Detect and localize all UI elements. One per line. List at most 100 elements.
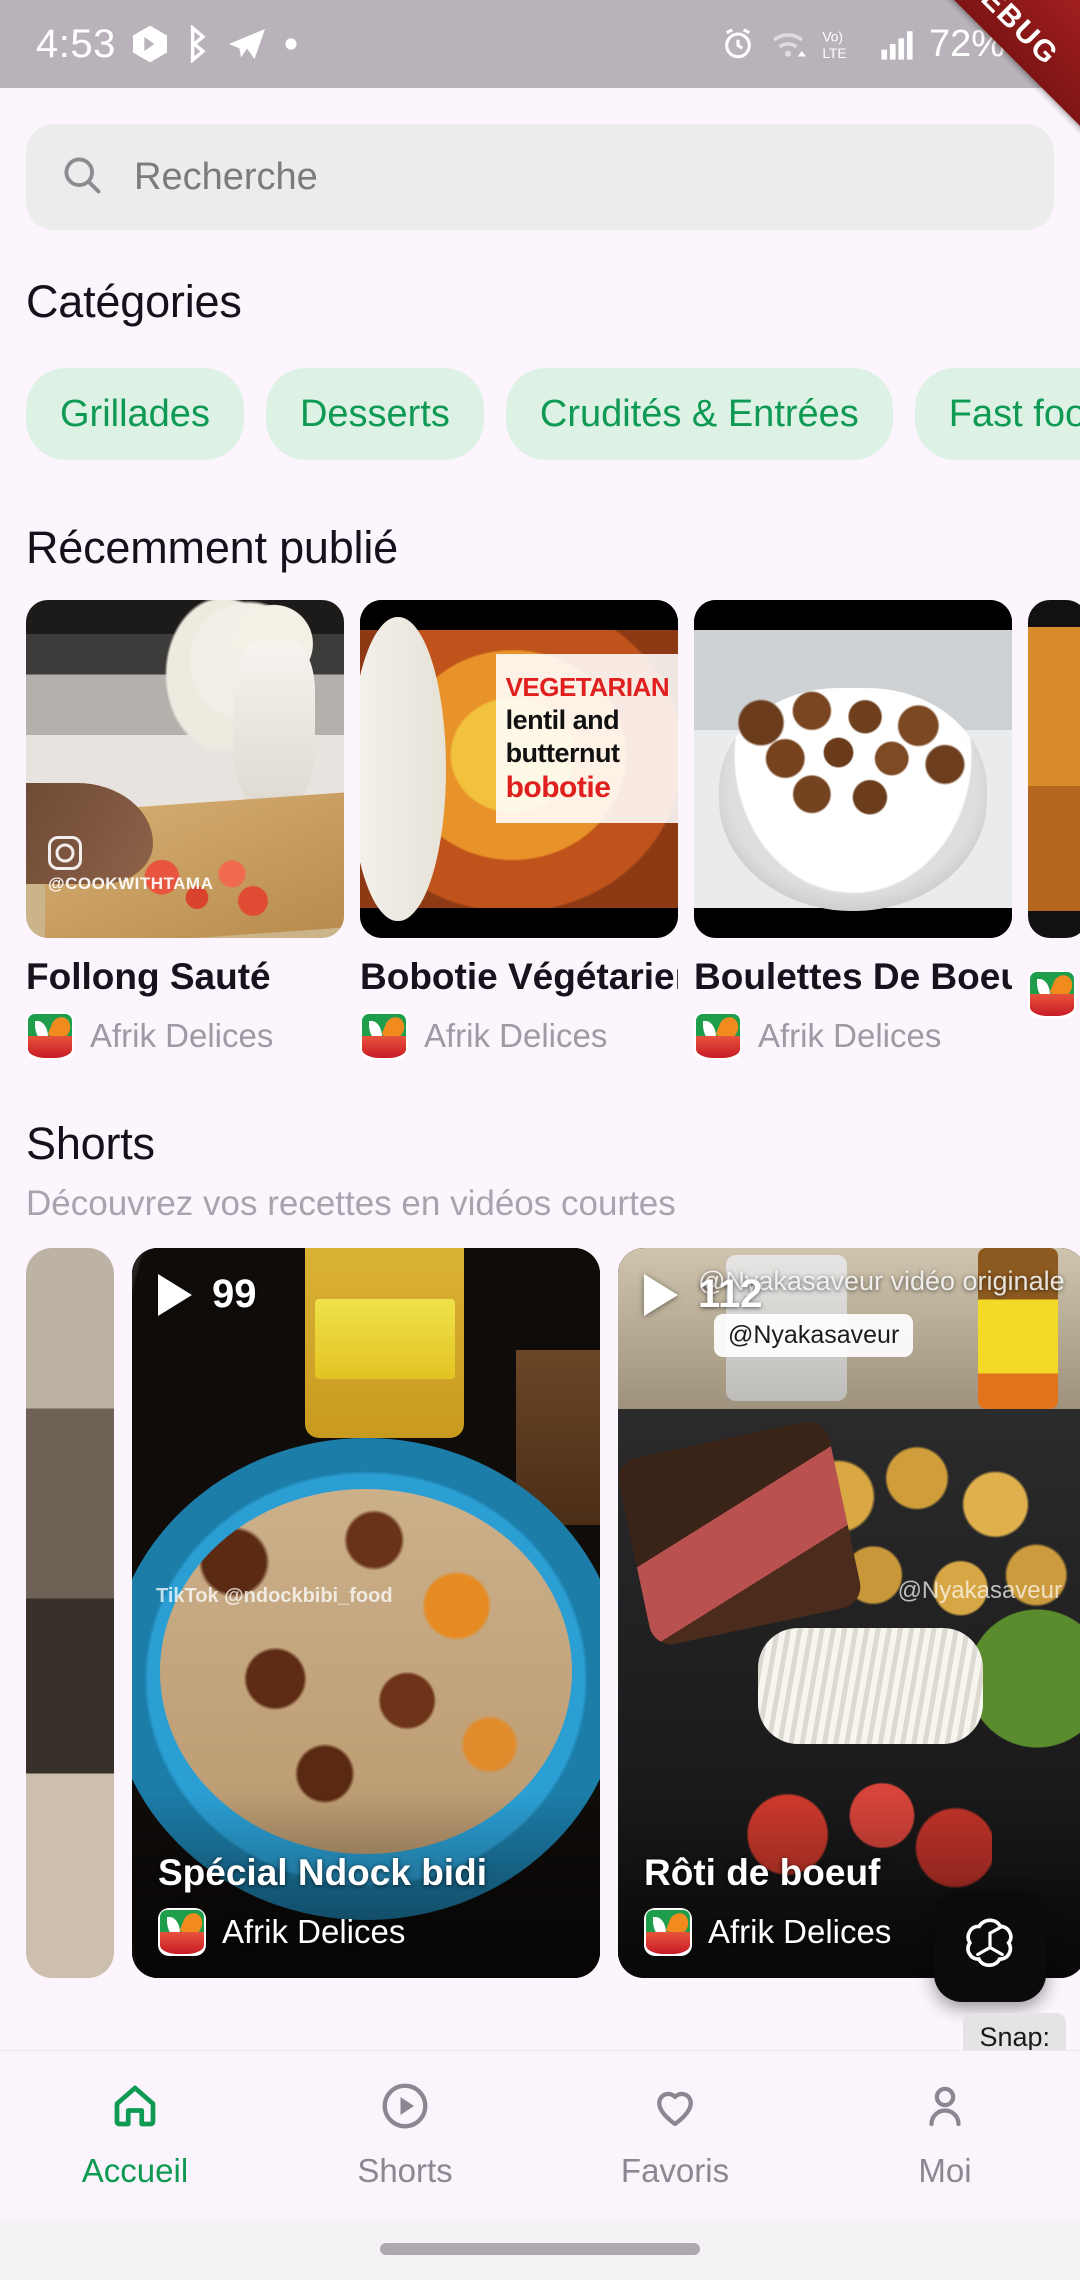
recipe-author: Afrik Delices (26, 1012, 344, 1060)
search-icon (60, 153, 104, 202)
play-count-overlay: 99 (158, 1272, 257, 1317)
recipe-thumbnail[interactable] (694, 600, 1012, 938)
shorts-subtitle: Découvrez vos recettes en vidéos courtes (26, 1184, 676, 1223)
recipe-card-partial[interactable] (1028, 600, 1080, 1060)
thumbnail-image (1028, 600, 1080, 938)
status-time: 4:53 (36, 21, 116, 66)
category-chip-grillades[interactable]: Grillades (26, 368, 244, 460)
person-icon (918, 2079, 972, 2138)
nav-label: Moi (918, 2152, 972, 2189)
battery-icon (1020, 25, 1044, 63)
wifi-icon (770, 28, 806, 60)
afrik-delices-logo-icon (158, 1908, 206, 1956)
svg-text:Vo): Vo) (822, 29, 843, 44)
recipe-thumbnail[interactable] (1028, 600, 1080, 938)
chatgpt-icon (966, 1918, 1013, 1968)
short-title: Rôti de boeuf (644, 1852, 881, 1893)
recipe-author: Afrik Delices (360, 1012, 678, 1060)
category-chip-desserts[interactable]: Desserts (265, 368, 484, 460)
categories-heading: Catégories (26, 276, 242, 327)
play-count-overlay: 112 (644, 1272, 763, 1317)
battery-percent: 72% (928, 22, 1005, 65)
category-chip-label: Grillades (60, 392, 210, 435)
short-card[interactable]: @Nyakasaveur vidéo originale @Nyakasaveu… (618, 1248, 1080, 1978)
short-author-name: Afrik Delices (222, 1913, 406, 1950)
nav-label: Shorts (357, 2152, 453, 2189)
recipe-author-name: Afrik Delices (424, 1017, 608, 1054)
category-chip-crudites-entrees[interactable]: Crudités & Entrées (505, 368, 893, 460)
recipe-thumbnail[interactable]: @COOKWITHTAMA (26, 600, 344, 938)
short-author-name: Afrik Delices (708, 1913, 892, 1950)
recipe-thumbnail[interactable]: VEGETARIAN lentil and butternut bobotie (360, 600, 678, 938)
play-circle-icon (378, 2079, 432, 2138)
category-chip-label: Desserts (299, 392, 450, 435)
search-input[interactable]: Recherche (26, 124, 1054, 230)
creator-badge: @Nyakasaveur (714, 1314, 914, 1357)
gesture-pill[interactable] (380, 2243, 700, 2255)
play-icon (158, 1273, 192, 1316)
category-chip-label: Fast food (948, 392, 1080, 435)
recipe-title: Boulettes De Boeuf (694, 956, 1012, 997)
bottom-navigation[interactable]: Accueil Shorts Favoris Moi (0, 2050, 1080, 2218)
short-thumbnail (26, 1248, 114, 1978)
bluetooth-audio-icon (184, 25, 210, 63)
search-placeholder: Recherche (134, 155, 318, 198)
nav-item-shorts[interactable]: Shorts (270, 2079, 540, 2190)
instagram-icon (48, 836, 82, 870)
home-icon (108, 2079, 162, 2138)
category-chip-fast-food[interactable]: Fast food (914, 368, 1080, 460)
shorts-heading: Shorts (26, 1118, 155, 1169)
chatgpt-floating-button[interactable] (934, 1890, 1046, 2002)
recipe-author (1028, 970, 1080, 1018)
alarm-icon (721, 27, 755, 61)
afrik-delices-logo-icon (26, 1012, 74, 1060)
recipe-card[interactable]: VEGETARIAN lentil and butternut bobotie … (360, 600, 678, 1060)
overlay-line-4: bobotie (505, 771, 611, 805)
recipe-card[interactable]: @COOKWITHTAMA Follong Sauté Afrik Delice… (26, 600, 344, 1060)
status-bar: 4:53 Vo) LTE 72% (0, 0, 1080, 88)
play-count: 112 (698, 1272, 763, 1316)
play-icon (644, 1273, 678, 1316)
creator-watermark-mid: @Nyakasaveur (897, 1576, 1062, 1604)
status-bar-right: Vo) LTE 72% (721, 23, 1044, 66)
dot-icon (284, 37, 298, 51)
signal-icon (880, 28, 914, 60)
short-card-footer: Spécial Ndock bidi Afrik Delices (132, 1792, 600, 1978)
nav-label: Accueil (81, 2152, 189, 2189)
categories-list[interactable]: Grillades Desserts Crudités & Entrées Fa… (0, 368, 1080, 460)
recipe-card[interactable]: Boulettes De Boeuf Afrik Delices (694, 600, 1012, 1060)
recipe-author-name: Afrik Delices (90, 1017, 274, 1054)
overlay-line-3: butternut (505, 738, 620, 769)
recent-list[interactable]: @COOKWITHTAMA Follong Sauté Afrik Delice… (0, 600, 1080, 1060)
recipe-title: Bobotie Végétarien (360, 956, 678, 997)
volte-icon: Vo) LTE (821, 25, 865, 63)
nav-item-accueil[interactable]: Accueil (0, 2079, 270, 2190)
shorts-list[interactable]: 99 TikTok @ndockbibi_food Spécial Ndock … (0, 1248, 1080, 1978)
afrik-delices-logo-icon (1028, 970, 1076, 1018)
nav-item-moi[interactable]: Moi (810, 2079, 1080, 2190)
recent-heading: Récemment publié (26, 522, 398, 573)
recipe-title: Follong Sauté (26, 956, 271, 997)
thumbnail-image (694, 600, 1012, 938)
telegram-icon (227, 26, 267, 62)
gesture-navigation-bar[interactable] (0, 2218, 1080, 2280)
recipe-author: Afrik Delices (694, 1012, 1012, 1060)
svg-text:LTE: LTE (822, 46, 846, 61)
short-card-partial[interactable] (26, 1248, 114, 1978)
afrik-delices-logo-icon (644, 1908, 692, 1956)
heart-icon (648, 2079, 702, 2138)
short-author: Afrik Delices (158, 1908, 574, 1956)
instagram-watermark: @COOKWITHTAMA (48, 836, 213, 894)
nav-item-favoris[interactable]: Favoris (540, 2079, 810, 2190)
category-chip-label: Crudités & Entrées (539, 392, 859, 435)
tiktok-watermark: TikTok @ndockbibi_food (156, 1584, 393, 1607)
nav-label: Favoris (620, 2152, 730, 2189)
status-bar-left: 4:53 (36, 22, 298, 67)
overlay-line-2: lentil and (505, 705, 620, 736)
afrik-delices-logo-icon (694, 1012, 742, 1060)
thumbnail-text-overlay: VEGETARIAN lentil and butternut bobotie (495, 654, 678, 824)
recipe-author-name: Afrik Delices (758, 1017, 942, 1054)
short-card[interactable]: 99 TikTok @ndockbibi_food Spécial Ndock … (132, 1248, 600, 1978)
watermark-text: @COOKWITHTAMA (48, 874, 214, 893)
app-badge-icon (132, 25, 167, 63)
